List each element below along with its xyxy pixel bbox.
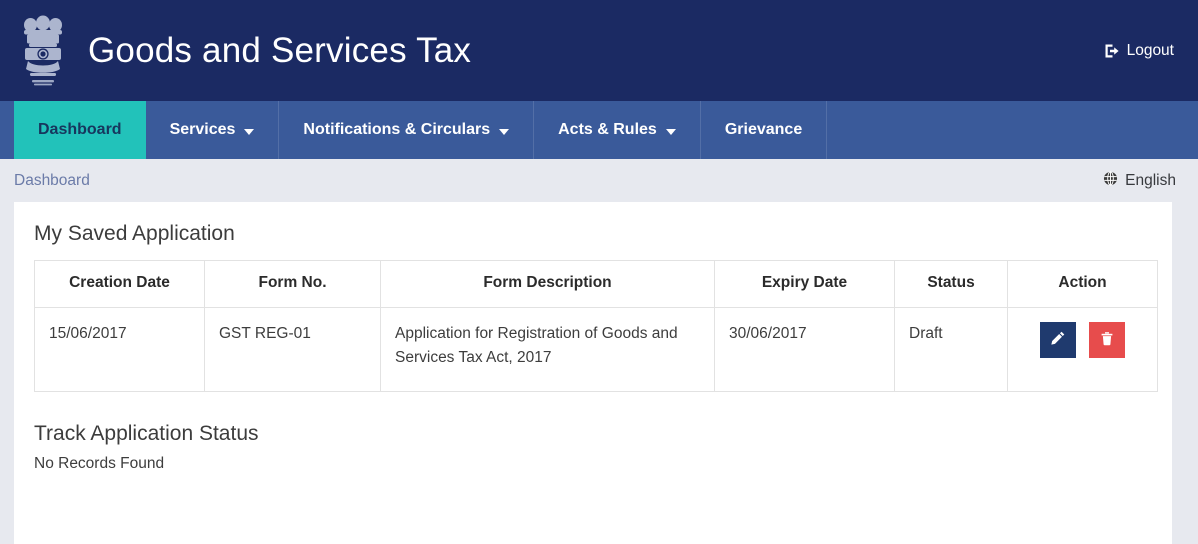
main-navigation: Dashboard Services Notifications & Circu… <box>0 101 1198 159</box>
trash-icon <box>1099 331 1115 350</box>
chevron-down-icon <box>499 128 510 135</box>
nav-label-services: Services <box>169 121 236 138</box>
column-header-action: Action <box>1007 260 1158 308</box>
chevron-down-icon <box>665 128 676 135</box>
cell-status: Draft <box>894 307 1008 392</box>
nav-empty-space <box>827 101 1198 159</box>
column-header-form-no: Form No. <box>204 260 381 308</box>
globe-icon <box>1103 170 1118 191</box>
nav-label-dashboard: Dashboard <box>38 121 122 138</box>
nav-label-notifications-circulars: Notifications & Circulars <box>303 121 491 138</box>
track-application-title: Track Application Status <box>34 422 259 445</box>
cell-form-description: Application for Registration of Goods an… <box>380 307 715 392</box>
cell-action <box>1007 307 1158 392</box>
site-header: Goods and Services Tax Logout <box>0 0 1198 101</box>
delete-application-button[interactable] <box>1089 322 1126 358</box>
nav-item-dashboard[interactable]: Dashboard <box>14 101 146 159</box>
cell-expiry-date: 30/06/2017 <box>714 307 895 392</box>
breadcrumb-item-dashboard[interactable]: Dashboard <box>14 172 90 190</box>
brand-title: Goods and Services Tax <box>88 30 472 70</box>
table-header-row: Creation Date Form No. Form Description … <box>34 260 1158 308</box>
cell-form-no: GST REG-01 <box>204 307 381 392</box>
india-state-emblem-icon <box>14 9 72 93</box>
nav-item-grievance[interactable]: Grievance <box>701 101 828 159</box>
track-application-empty-message: No Records Found <box>34 455 165 472</box>
page-root: Goods and Services Tax Logout Dashboard … <box>0 0 1198 544</box>
column-header-form-description: Form Description <box>380 260 715 308</box>
pencil-icon <box>1049 330 1066 350</box>
table-row: 15/06/2017 GST REG-01 Application for Re… <box>34 307 1158 392</box>
breadcrumb-bar: Dashboard English <box>0 159 1198 202</box>
column-header-creation-date: Creation Date <box>34 260 205 308</box>
dashboard-content-card: My Saved Application Creation Date Form … <box>14 202 1172 544</box>
nav-item-notifications-circulars[interactable]: Notifications & Circulars <box>279 101 535 159</box>
column-header-status: Status <box>894 260 1008 308</box>
track-application-section: Track Application Status No Records Foun… <box>34 422 1152 473</box>
saved-application-title: My Saved Application <box>34 222 235 245</box>
table-body: 15/06/2017 GST REG-01 Application for Re… <box>34 307 1158 392</box>
nav-item-services[interactable]: Services <box>146 101 280 159</box>
nav-label-grievance: Grievance <box>724 121 803 138</box>
edit-application-button[interactable] <box>1039 322 1076 358</box>
column-header-expiry-date: Expiry Date <box>714 260 895 308</box>
saved-application-table: Creation Date Form No. Form Description … <box>34 260 1158 392</box>
nav-label-acts-rules: Acts & Rules <box>558 121 657 138</box>
sign-out-icon <box>1104 43 1120 59</box>
nav-item-acts-rules[interactable]: Acts & Rules <box>534 101 701 159</box>
language-label: English <box>1125 171 1176 189</box>
table-head: Creation Date Form No. Form Description … <box>34 260 1158 308</box>
chevron-down-icon <box>244 128 255 135</box>
cell-creation-date: 15/06/2017 <box>34 307 205 392</box>
logout-button[interactable]: Logout <box>1104 42 1174 60</box>
logout-label: Logout <box>1126 41 1174 59</box>
language-selector[interactable]: English <box>1103 170 1176 191</box>
